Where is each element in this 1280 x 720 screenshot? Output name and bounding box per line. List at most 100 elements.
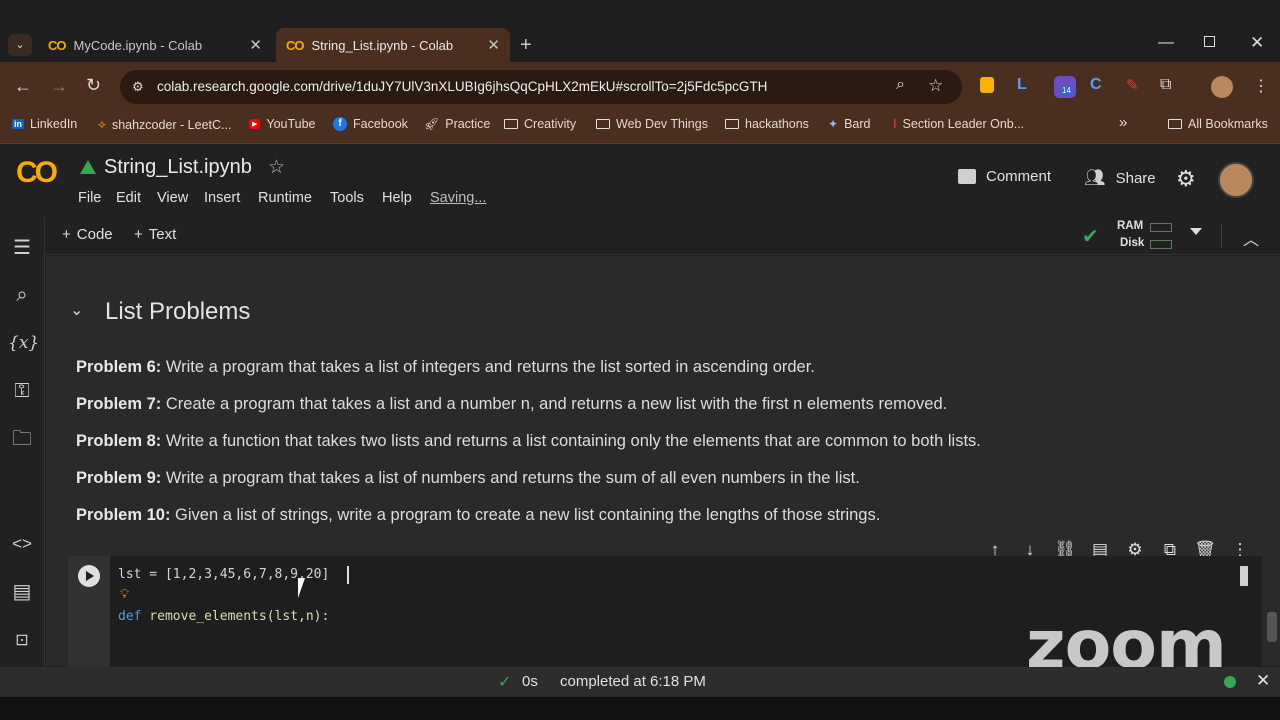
extension-lock-icon[interactable] <box>980 77 994 93</box>
bookmark-leetcode[interactable]: ⟡ shahzcoder - LeetC... <box>98 117 231 132</box>
problem-7: Problem 7: Create a program that takes a… <box>76 395 948 413</box>
profile-avatar[interactable] <box>1211 76 1233 98</box>
bookmark-star-icon[interactable]: ☆ <box>928 76 943 96</box>
disk-label: Disk <box>1120 237 1145 249</box>
site-info-icon[interactable]: ⚙ <box>132 79 144 95</box>
stanford-icon: Ⅰ <box>893 117 897 131</box>
colab-logo[interactable]: CO <box>16 156 58 190</box>
close-tab-icon[interactable]: ✕ <box>487 36 500 54</box>
ram-bar <box>1150 223 1172 232</box>
all-bookmarks[interactable]: All Bookmarks <box>1168 117 1268 131</box>
bookmark-folder-webdev[interactable]: Web Dev Things <box>596 117 708 131</box>
divider <box>1221 224 1222 248</box>
secrets-key-icon[interactable]: ⚿ <box>8 377 36 405</box>
code-snippets-icon[interactable]: <> <box>8 530 36 558</box>
problem-10: Problem 10: Given a list of strings, wri… <box>76 506 881 524</box>
status-check-icon: ✓ <box>498 674 512 691</box>
drive-icon <box>80 160 96 174</box>
run-cell-button[interactable] <box>78 565 100 587</box>
comment-button[interactable]: Comment <box>958 168 1051 185</box>
section-heading: List Problems <box>105 298 251 325</box>
leetcode-icon: ⟡ <box>98 117 106 131</box>
connected-check-icon: ✔ <box>1082 226 1099 248</box>
tab-title: String_List.ipynb - Colab <box>311 37 454 53</box>
command-palette-icon[interactable]: ▤ <box>8 578 36 606</box>
problem-6: Problem 6: Write a program that takes a … <box>76 358 815 376</box>
facebook-icon: f <box>333 117 347 131</box>
settings-gear-icon[interactable]: ⚙ <box>1176 166 1196 192</box>
notebook-title[interactable]: String_List.ipynb <box>104 156 252 179</box>
rocket-icon: 🚀︎ <box>424 117 440 131</box>
bookmark-folder-creativity[interactable]: Creativity <box>504 117 576 131</box>
connection-status-dot <box>1224 676 1236 688</box>
people-icon: 👥︎ <box>1084 168 1106 187</box>
forward-icon[interactable]: → <box>50 76 68 97</box>
menu-insert[interactable]: Insert <box>204 190 240 206</box>
terminal-icon[interactable]: ⊡ <box>8 627 36 655</box>
add-code-button[interactable]: + Code <box>62 226 113 243</box>
linkedin-icon: in <box>12 119 24 129</box>
browser-menu-icon[interactable]: ⋮ <box>1253 76 1269 96</box>
minimize-icon[interactable]: — <box>1158 34 1174 52</box>
lightbulb-icon[interactable]: 💡︎ <box>120 586 129 602</box>
close-tab-icon[interactable]: ✕ <box>249 36 262 54</box>
page-scrollbar[interactable] <box>1267 612 1277 642</box>
problem-9: Problem 9: Write a program that takes a … <box>76 469 860 487</box>
add-text-button[interactable]: + Text <box>134 226 176 243</box>
files-folder-icon[interactable]: 🗀 <box>8 425 36 453</box>
close-status-icon[interactable]: ✕ <box>1256 671 1270 691</box>
tab-search-button[interactable]: ⌄ <box>8 34 32 56</box>
collapse-chevron-up-icon[interactable]: ︿ <box>1243 226 1259 250</box>
extensions-puzzle-icon[interactable]: ⧉ <box>1160 76 1171 94</box>
bookmark-folder-hackathons[interactable]: hackathons <box>725 117 809 131</box>
address-bar[interactable]: ⚙ colab.research.google.com/drive/1duJY7… <box>120 70 962 104</box>
ram-label: RAM <box>1117 220 1144 232</box>
menu-file[interactable]: File <box>78 190 101 206</box>
search-icon[interactable]: ⌕ <box>8 281 36 309</box>
extension-badge-icon[interactable]: 14 <box>1054 76 1076 98</box>
window-close-icon[interactable]: ✕ <box>1250 33 1264 53</box>
menu-help[interactable]: Help <box>382 190 412 206</box>
menu-runtime[interactable]: Runtime <box>258 190 312 206</box>
bookmark-section-leader[interactable]: Ⅰ Section Leader Onb... <box>893 117 1024 131</box>
code-line-2[interactable]: def remove_elements(lst,n): <box>118 609 329 624</box>
tab-mycode[interactable]: CO MyCode.ipynb - Colab ✕ <box>38 28 272 62</box>
cell-scrollbar[interactable] <box>1240 566 1248 586</box>
bookmark-bard[interactable]: ✦ Bard <box>828 117 870 131</box>
table-of-contents-icon[interactable]: ☰ <box>8 234 36 262</box>
youtube-icon: ▶ <box>249 119 261 129</box>
menu-view[interactable]: View <box>157 190 188 206</box>
zoom-icon[interactable]: ⌕ <box>896 76 905 94</box>
bookmark-practice[interactable]: 🚀︎ Practice <box>424 117 490 131</box>
play-icon <box>86 571 94 581</box>
menu-tools[interactable]: Tools <box>330 190 364 206</box>
url-text: colab.research.google.com/drive/1duJY7Ul… <box>157 79 768 94</box>
colab-logo-icon: CO <box>286 37 304 53</box>
resources-dropdown-icon[interactable] <box>1190 228 1202 235</box>
user-avatar[interactable] <box>1218 162 1254 198</box>
execution-duration: 0s <box>522 673 538 690</box>
extension-badge-count: 14 <box>1060 86 1073 95</box>
menu-edit[interactable]: Edit <box>116 190 141 206</box>
extension-pen-icon[interactable]: ✎ <box>1126 76 1139 94</box>
variables-icon[interactable]: {x} <box>8 329 39 357</box>
tab-string-list[interactable]: CO String_List.ipynb - Colab ✕ <box>276 28 510 62</box>
reload-icon[interactable]: ↻ <box>86 75 101 96</box>
restore-icon[interactable] <box>1204 36 1215 47</box>
bookmarks-overflow-icon[interactable]: » <box>1119 114 1127 131</box>
bookmark-youtube[interactable]: ▶ YouTube <box>249 117 316 131</box>
section-collapse-chevron-icon[interactable]: ⌄ <box>70 300 83 320</box>
execution-completed[interactable]: completed at 6:18 PM <box>560 673 706 690</box>
bookmark-linkedin[interactable]: in LinkedIn <box>12 117 77 131</box>
new-tab-icon[interactable]: + <box>520 34 532 57</box>
extension-c-icon[interactable]: C <box>1090 76 1102 94</box>
plus-icon: + <box>62 226 71 243</box>
extension-l-icon[interactable]: L <box>1017 76 1027 94</box>
folder-icon <box>725 119 739 129</box>
star-icon[interactable]: ☆ <box>268 156 285 179</box>
mouse-pointer-icon <box>298 578 305 598</box>
share-button[interactable]: 👥︎ Share <box>1084 168 1156 188</box>
back-icon[interactable]: ← <box>14 76 32 97</box>
bookmark-facebook[interactable]: f Facebook <box>333 117 408 131</box>
folder-icon <box>596 119 610 129</box>
